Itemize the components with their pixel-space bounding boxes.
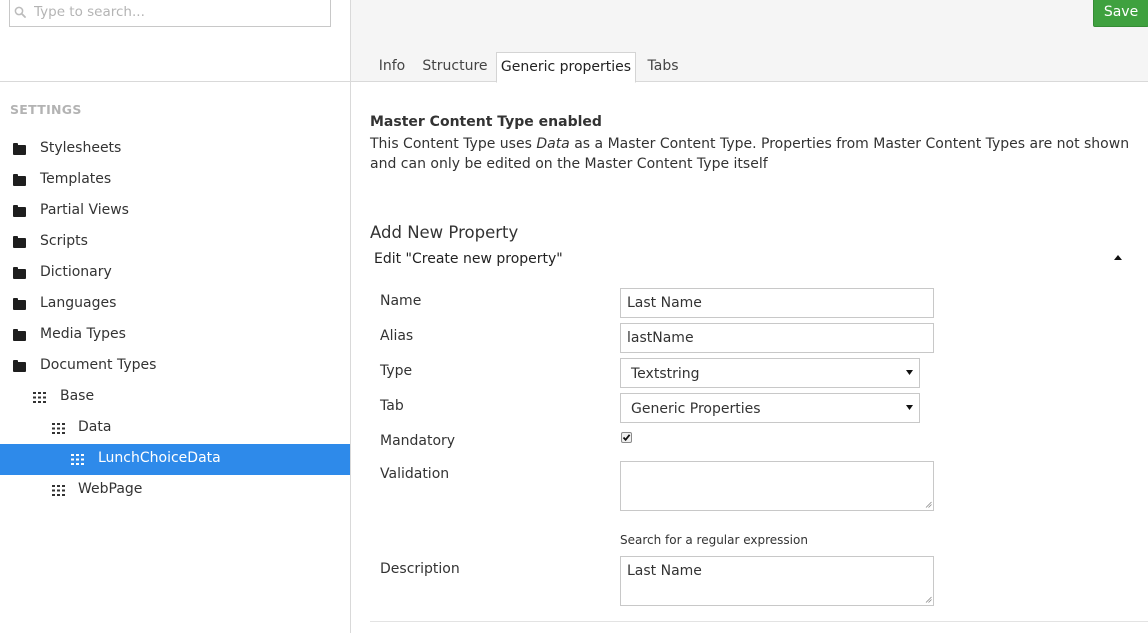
sidebar-item-label: WebPage	[78, 481, 143, 497]
sidebar-item-base[interactable]: Base	[0, 382, 350, 413]
sidebar-item-label: Data	[78, 419, 112, 435]
master-content-type-title: Master Content Type enabled	[370, 114, 602, 130]
sidebar-item-dictionary[interactable]: Dictionary	[0, 258, 350, 289]
document-type-icon	[52, 485, 65, 496]
folder-icon	[13, 360, 26, 372]
header-bar: Save Info Structure Generic properties T…	[351, 0, 1148, 83]
search-input[interactable]	[34, 0, 324, 26]
divider	[0, 81, 350, 82]
mandatory-checkbox[interactable]	[621, 432, 632, 443]
alias-label: Alias	[380, 328, 414, 344]
folder-icon	[13, 236, 26, 248]
sidebar-item-label: Scripts	[40, 233, 88, 249]
tab-select[interactable]: Generic Properties	[620, 393, 920, 423]
resize-handle-icon[interactable]	[925, 596, 932, 603]
tab-generic-properties[interactable]: Generic properties	[496, 52, 636, 83]
add-new-property-heading: Add New Property	[370, 223, 519, 242]
name-label: Name	[380, 293, 422, 309]
caret-up-icon[interactable]	[1114, 255, 1122, 260]
description-field[interactable]: Last Name	[620, 556, 934, 606]
type-label: Type	[380, 363, 413, 379]
master-type-name: Data	[536, 136, 570, 152]
sidebar-item-partial-views[interactable]: Partial Views	[0, 196, 350, 227]
type-select[interactable]: Textstring	[620, 358, 920, 388]
tab-tabs[interactable]: Tabs	[641, 52, 685, 82]
document-type-icon	[52, 423, 65, 434]
main-panel: Save Info Structure Generic properties T…	[351, 0, 1148, 633]
alias-field[interactable]	[620, 323, 934, 353]
sidebar-item-media-types[interactable]: Media Types	[0, 320, 350, 351]
sidebar-item-label: Media Types	[40, 326, 126, 342]
edit-property-heading: Edit "Create new property"	[374, 251, 563, 267]
save-button[interactable]: Save	[1093, 0, 1148, 27]
divider	[370, 621, 1148, 622]
regex-search-link[interactable]: Search for a regular expression	[620, 533, 808, 547]
name-field[interactable]	[620, 288, 934, 318]
search-icon	[14, 6, 26, 18]
sidebar-item-languages[interactable]: Languages	[0, 289, 350, 320]
document-type-icon	[71, 454, 84, 465]
section-label-settings: SETTINGS	[10, 102, 82, 117]
folder-icon	[13, 267, 26, 279]
chevron-down-icon	[906, 370, 913, 375]
sidebar-item-label: Base	[60, 388, 95, 404]
folder-icon	[13, 205, 26, 217]
validation-label: Validation	[380, 466, 450, 482]
search-box[interactable]	[9, 0, 331, 27]
tab-select-value: Generic Properties	[631, 401, 761, 417]
master-content-type-description: This Content Type uses Data as a Master …	[370, 134, 1130, 174]
resize-handle-icon[interactable]	[925, 501, 932, 508]
folder-icon	[13, 174, 26, 186]
sidebar-item-scripts[interactable]: Scripts	[0, 227, 350, 258]
sidebar-item-label: Stylesheets	[40, 140, 122, 156]
folder-icon	[13, 329, 26, 341]
sidebar-item-label: Languages	[40, 295, 117, 311]
sidebar-item-label: Templates	[40, 171, 112, 187]
sidebar-item-label: LunchChoiceData	[98, 450, 221, 466]
sidebar: SETTINGS Stylesheets Templates Partial V…	[0, 0, 351, 633]
sidebar-item-document-types[interactable]: Document Types	[0, 351, 350, 382]
sidebar-item-webpage[interactable]: WebPage	[0, 475, 350, 506]
validation-field[interactable]	[620, 461, 934, 511]
sidebar-item-lunchchoicedata[interactable]: LunchChoiceData	[0, 444, 350, 475]
tab-label: Tab	[380, 398, 404, 414]
chevron-down-icon	[906, 405, 913, 410]
description-text: This Content Type uses	[370, 136, 537, 152]
tab-info[interactable]: Info	[370, 52, 414, 82]
document-type-icon	[33, 392, 46, 403]
type-select-value: Textstring	[631, 366, 700, 382]
sidebar-item-data[interactable]: Data	[0, 413, 350, 444]
folder-icon	[13, 298, 26, 310]
sidebar-item-label: Document Types	[40, 357, 157, 373]
sidebar-item-label: Partial Views	[40, 202, 129, 218]
sidebar-item-templates[interactable]: Templates	[0, 165, 350, 196]
checkmark-icon	[622, 434, 631, 442]
sidebar-item-label: Dictionary	[40, 264, 112, 280]
folder-icon	[13, 143, 26, 155]
mandatory-label: Mandatory	[380, 433, 456, 449]
tab-structure[interactable]: Structure	[419, 52, 491, 82]
description-label: Description	[380, 561, 460, 577]
sidebar-item-stylesheets[interactable]: Stylesheets	[0, 134, 350, 165]
